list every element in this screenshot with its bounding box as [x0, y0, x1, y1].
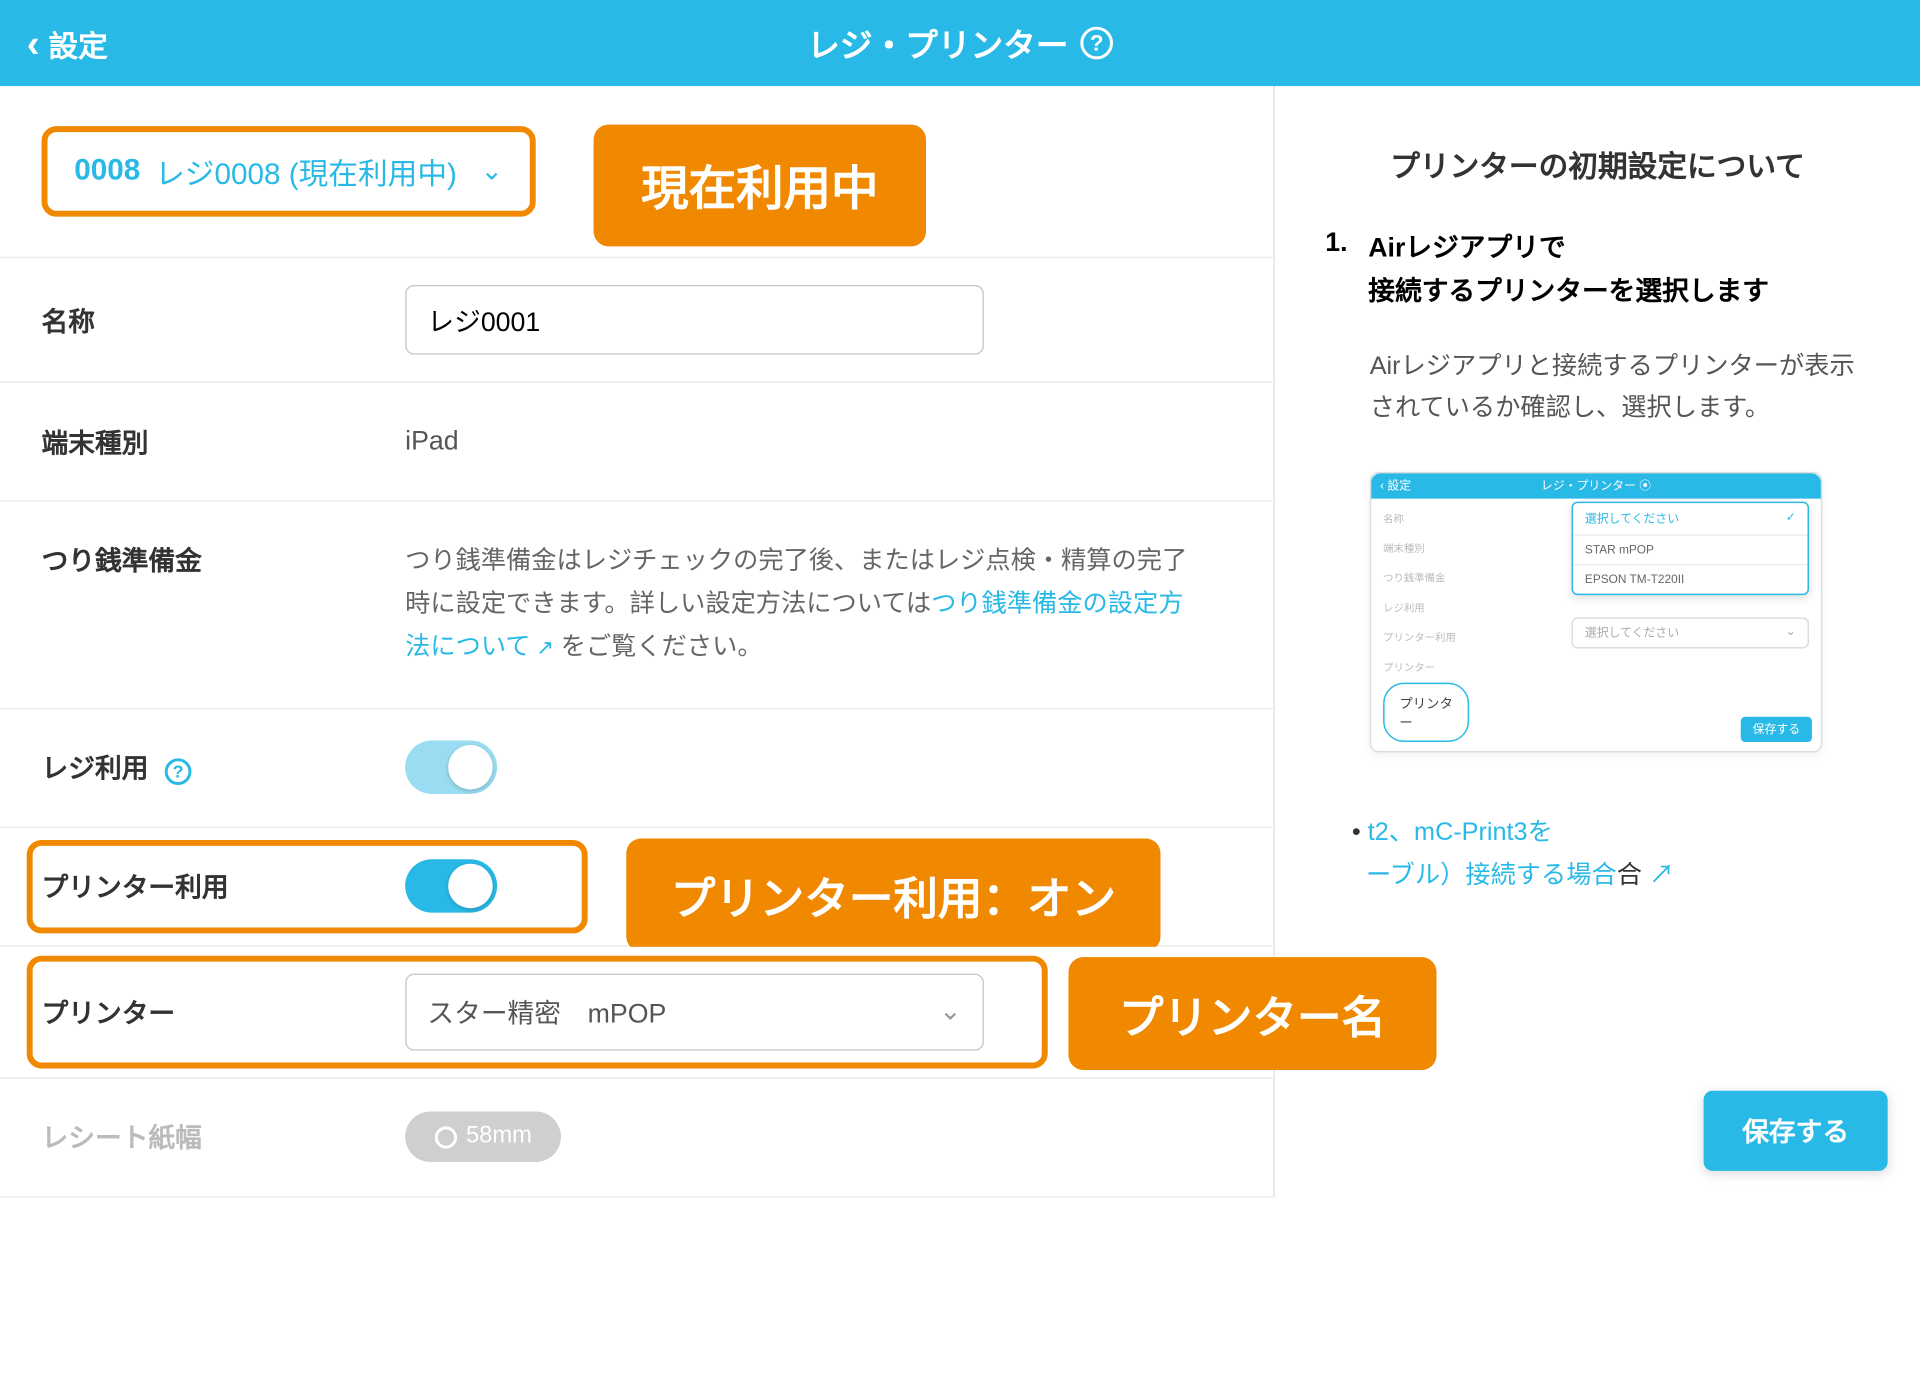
step-description: Airレジアプリと接続するプリンターが表示されているか確認し、選択します。 — [1325, 345, 1870, 431]
name-input[interactable] — [405, 285, 984, 355]
back-label: 設定 — [48, 22, 107, 65]
row-printer-use: プリンター利用 プリンター利用：オン — [0, 828, 1273, 947]
chevron-down-icon: ⌄ — [939, 996, 961, 1027]
printer-label: プリンター — [42, 992, 406, 1031]
mock-save-button: 保存する — [1741, 717, 1812, 742]
device-label: 端末種別 — [42, 422, 406, 461]
mock-printer-badge: プリンター — [1383, 683, 1469, 742]
step-number: 1. — [1325, 227, 1347, 312]
annotation-currently-using: 現在利用中 — [594, 125, 926, 247]
row-register-use: レジ利用 ? — [0, 709, 1273, 828]
side-title: プリンターの初期設定について — [1275, 86, 1920, 227]
back-button[interactable]: ‹ 設定 — [0, 22, 108, 65]
row-receipt-width: レシート紙幅 58mm — [0, 1078, 1273, 1197]
external-link-icon: ↗ — [531, 635, 554, 659]
row-change-fund: つり銭準備金 つり銭準備金はレジチェックの完了後、またはレジ点検・精算の完了時に… — [0, 502, 1273, 709]
name-label: 名称 — [42, 301, 406, 340]
receipt-width-pill[interactable]: 58mm — [405, 1112, 561, 1162]
external-link-icon: ↗ — [1649, 861, 1674, 889]
change-fund-text: つり銭準備金はレジチェックの完了後、またはレジ点検・精算の完了時に設定できます。… — [405, 540, 1192, 669]
side-panel: プリンターの初期設定について 1. Airレジアプリで 接続するプリンターを選択… — [1275, 86, 1920, 1197]
mock-select-below: 選択してください⌄ — [1572, 618, 1809, 649]
chevron-left-icon: ‹ — [27, 24, 40, 63]
mock-dropdown: 選択してください✓ STAR mPOP EPSON TM-T220II — [1572, 502, 1809, 595]
row-printer: プリンター スター精密 mPOP ⌄ プリンター名 — [0, 946, 1273, 1078]
app-header: ‹ 設定 レジ・プリンター ? — [0, 0, 1920, 86]
mock-header-title: レジ・プリンター ⦿ — [1541, 480, 1651, 493]
main-panel: 0008 レジ0008 (現在利用中) ⌄ 現在利用中 名称 端末種別 — [0, 86, 1275, 1197]
chevron-down-icon: ⌄ — [481, 156, 503, 187]
printer-select[interactable]: スター精密 mPOP ⌄ — [405, 973, 984, 1050]
register-selector[interactable]: 0008 レジ0008 (現在利用中) ⌄ — [42, 126, 536, 217]
step-1: 1. Airレジアプリで 接続するプリンターを選択します — [1325, 227, 1870, 312]
side-link[interactable]: • t2、mC-Print3を ーブル）接続する場合合 ↗ — [1325, 812, 1870, 898]
mock-screenshot: ‹ 設定 レジ・プリンター ⦿ 名称 端末種別 つり銭準備金 レジ利用 プリンタ… — [1370, 472, 1823, 752]
annotation-printer-use-on: プリンター利用：オン — [626, 838, 1160, 951]
mock-left-labels: 名称 端末種別 つり銭準備金 レジ利用 プリンター利用 プリンター — [1383, 505, 1457, 683]
radio-icon — [435, 1126, 457, 1148]
help-icon[interactable]: ? — [1080, 27, 1113, 60]
step-title: Airレジアプリで 接続するプリンターを選択します — [1368, 227, 1769, 312]
change-fund-label: つり銭準備金 — [42, 540, 406, 579]
register-number: 0008 — [74, 154, 140, 188]
row-device: 端末種別 iPad — [0, 383, 1273, 502]
register-name-status: レジ0008 (現在利用中) — [155, 150, 457, 193]
register-selector-row: 0008 レジ0008 (現在利用中) ⌄ 現在利用中 — [0, 86, 1273, 258]
register-use-toggle[interactable] — [405, 741, 497, 794]
row-name: 名称 — [0, 258, 1273, 383]
printer-use-label: プリンター利用 — [42, 867, 406, 906]
register-use-label: レジ利用 ? — [42, 748, 406, 787]
mock-back: ‹ 設定 — [1380, 478, 1411, 494]
device-value: iPad — [405, 426, 1232, 457]
receipt-width-label: レシート紙幅 — [42, 1118, 406, 1157]
printer-use-toggle[interactable] — [405, 859, 497, 912]
page-title: レジ・プリンター ? — [807, 19, 1113, 66]
save-button[interactable]: 保存する — [1704, 1090, 1888, 1170]
help-icon[interactable]: ? — [165, 759, 192, 786]
printer-selected-value: スター精密 mPOP — [427, 992, 666, 1031]
